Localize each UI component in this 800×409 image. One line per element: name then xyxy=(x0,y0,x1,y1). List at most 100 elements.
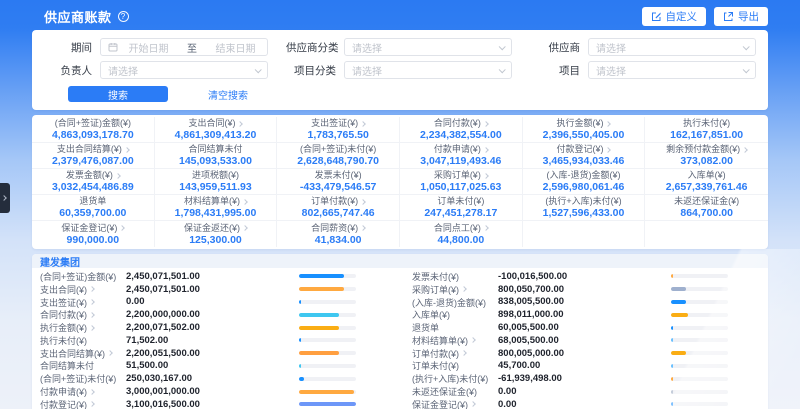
supplier-category-field: 供应商分类 请选择 xyxy=(286,38,512,56)
select-placeholder: 请选择 xyxy=(108,63,138,78)
metric-label: 发票未付(¥) xyxy=(412,270,459,283)
bar-track xyxy=(299,377,356,381)
metric-label: 付款申请(¥) xyxy=(40,385,87,398)
summary-stat-cell[interactable]: 合同薪资(¥)41,834.00 xyxy=(277,221,400,247)
stat-label: 发票金额(¥) xyxy=(66,170,113,181)
metric-row: 未返还保证金(¥)0.00 xyxy=(412,385,754,398)
summary-stat-cell[interactable]: 保证金登记(¥)990,000.00 xyxy=(32,221,155,247)
summary-stat-cell[interactable]: 执行金额(¥)2,396,550,405.00 xyxy=(523,117,646,143)
bar-fill xyxy=(299,338,301,342)
metric-row: (合同+签证)金额(¥)2,450,071,501.00 xyxy=(40,270,382,283)
summary-stat-cell[interactable]: 保证金返还(¥)125,300.00 xyxy=(155,221,278,247)
chevron-right-icon xyxy=(360,121,366,127)
chevron-right-icon xyxy=(89,286,95,292)
select-placeholder: 请选择 xyxy=(352,40,382,55)
search-button[interactable]: 搜索 xyxy=(68,86,168,102)
chevron-right-icon xyxy=(360,199,366,205)
metric-row[interactable]: 支出合同结算(¥)2,200,051,500.00 xyxy=(40,347,382,360)
metric-value: -61,939,498.00 xyxy=(498,373,671,384)
metric-row[interactable]: 支出合同(¥)2,450,071,501.00 xyxy=(40,283,382,296)
summary-stat-cell[interactable]: 采购订单(¥)1,050,117,025.63 xyxy=(400,169,523,195)
metric-row[interactable]: 合同付款(¥) 2,200,000,000.00 xyxy=(40,308,382,321)
summary-stat-cell[interactable]: 支出合同(¥)4,861,309,413.20 xyxy=(155,117,278,143)
stat-label: 支出合同结算(¥) xyxy=(57,144,122,155)
summary-stat-cell: (执行+入库)未付(¥)1,527,596,433.00 xyxy=(523,195,646,221)
export-label: 导出 xyxy=(738,9,759,24)
chevron-right-icon xyxy=(124,147,130,153)
summary-stat-cell: 订单未付(¥)247,451,278.17 xyxy=(400,195,523,221)
summary-stat-cell[interactable]: 发票金额(¥)3,032,454,486.89 xyxy=(32,169,155,195)
metric-row[interactable]: 材料结算单(¥)68,005,500.00 xyxy=(412,334,754,347)
bar-track xyxy=(671,300,728,304)
stat-label: 付款登记(¥) xyxy=(556,144,603,155)
chevron-right-icon xyxy=(606,147,612,153)
metric-row[interactable]: 执行金额(¥)2,200,071,502.00 xyxy=(40,321,382,334)
bar-track xyxy=(299,364,356,368)
clear-search-link[interactable]: 清空搜索 xyxy=(208,87,248,102)
project-select[interactable]: 请选择 xyxy=(588,61,756,79)
summary-stat-cell[interactable]: 剩余预付款金额(¥)373,082.00 xyxy=(645,143,768,169)
metric-row: (入库-退货)金额(¥)838,005,500.00 xyxy=(412,296,754,309)
side-panel-handle[interactable] xyxy=(0,183,10,213)
summary-stat-cell[interactable]: 合同点工(¥)44,800.00 xyxy=(400,221,523,247)
stat-value: 41,834.00 xyxy=(315,234,362,246)
stat-value: 143,959,511.93 xyxy=(179,181,251,193)
metric-row[interactable]: 付款登记(¥)3,100,016,500.00 xyxy=(40,398,382,409)
chevron-right-icon xyxy=(483,173,489,179)
period-range-input[interactable]: 开始日期 至 结束日期 xyxy=(100,38,268,56)
stat-label: 进项税额(¥) xyxy=(192,170,239,181)
supplier-category-select[interactable]: 请选择 xyxy=(344,38,512,56)
summary-stat-cell[interactable]: 订单付款(¥)802,665,747.46 xyxy=(277,195,400,221)
summary-stat-cell[interactable]: 付款登记(¥)3,465,934,033.46 xyxy=(523,143,646,169)
metric-row: 合同结算未付51,500.00 xyxy=(40,360,382,373)
metric-label: (执行+入库)未付(¥) xyxy=(412,372,488,385)
metric-row: (合同+签证)未付(¥)250,030,167.00 xyxy=(40,372,382,385)
metric-value: 2,200,051,500.00 xyxy=(126,348,299,359)
summary-stat-cell[interactable]: 材料结算单(¥)1,798,431,995.00 xyxy=(155,195,278,221)
chevron-down-icon xyxy=(743,43,750,50)
bar-fill xyxy=(299,377,304,381)
export-button[interactable]: 导出 xyxy=(714,7,768,26)
metric-value: 2,200,000,000.00 xyxy=(126,309,299,320)
select-placeholder: 请选择 xyxy=(596,40,626,55)
summary-stat-cell[interactable]: 合同付款(¥)2,234,382,554.00 xyxy=(400,117,523,143)
bar-track xyxy=(671,338,728,342)
owner-select[interactable]: 请选择 xyxy=(100,61,268,79)
stat-label: 剩余预付款金额(¥) xyxy=(666,144,740,155)
summary-stat-cell: 合同结算未付145,093,533.00 xyxy=(155,143,278,169)
metric-row[interactable]: 采购订单(¥)800,050,700.00 xyxy=(412,283,754,296)
summary-empty-cell xyxy=(523,221,646,247)
stat-value: -433,479,546.57 xyxy=(300,181,376,193)
supplier-select[interactable]: 请选择 xyxy=(588,38,756,56)
bar-track xyxy=(299,274,356,278)
start-date-placeholder: 开始日期 xyxy=(124,40,173,55)
top-bar: 供应商账款 自定义 导出 xyxy=(0,0,800,30)
chevron-right-icon xyxy=(242,225,248,231)
group-header[interactable]: 建发集团 xyxy=(32,254,768,268)
summary-stat-cell[interactable]: 支出签证(¥)1,783,765.50 xyxy=(277,117,400,143)
metric-value: 0.00 xyxy=(498,386,671,397)
bar-fill xyxy=(671,326,673,330)
metric-label: 合同付款(¥) xyxy=(40,308,87,321)
metric-value: 250,030,167.00 xyxy=(126,373,299,384)
stat-label: 合同付款(¥) xyxy=(434,118,481,129)
bar-track xyxy=(299,390,356,394)
chevron-right-icon xyxy=(483,121,489,127)
chevron-down-icon xyxy=(255,66,262,73)
stat-value: 145,093,533.00 xyxy=(179,155,252,167)
summary-stat-cell[interactable]: 支出合同结算(¥)2,379,476,087.00 xyxy=(32,143,155,169)
customize-button[interactable]: 自定义 xyxy=(642,7,707,26)
stat-label: 合同点工(¥) xyxy=(434,223,481,234)
summary-stat-cell: 未返还保证金(¥)864,700.00 xyxy=(645,195,768,221)
metric-label: 入库单(¥) xyxy=(412,308,450,321)
metric-row[interactable]: 支出签证(¥)0.00 xyxy=(40,296,382,309)
help-icon[interactable] xyxy=(118,11,129,22)
metric-label: 执行金额(¥) xyxy=(40,321,87,334)
summary-stat-cell: 执行未付(¥)162,167,851.00 xyxy=(645,117,768,143)
summary-stat-cell: 发票未付(¥)-433,479,546.57 xyxy=(277,169,400,195)
project-category-select[interactable]: 请选择 xyxy=(344,61,512,79)
metric-row[interactable]: 保证金登记(¥)0.00 xyxy=(412,398,754,409)
metric-row[interactable]: 订单付款(¥)800,005,000.00 xyxy=(412,347,754,360)
summary-stat-cell[interactable]: 付款申请(¥)3,047,119,493.46 xyxy=(400,143,523,169)
metric-row[interactable]: 付款申请(¥)3,000,001,000.00 xyxy=(40,385,382,398)
